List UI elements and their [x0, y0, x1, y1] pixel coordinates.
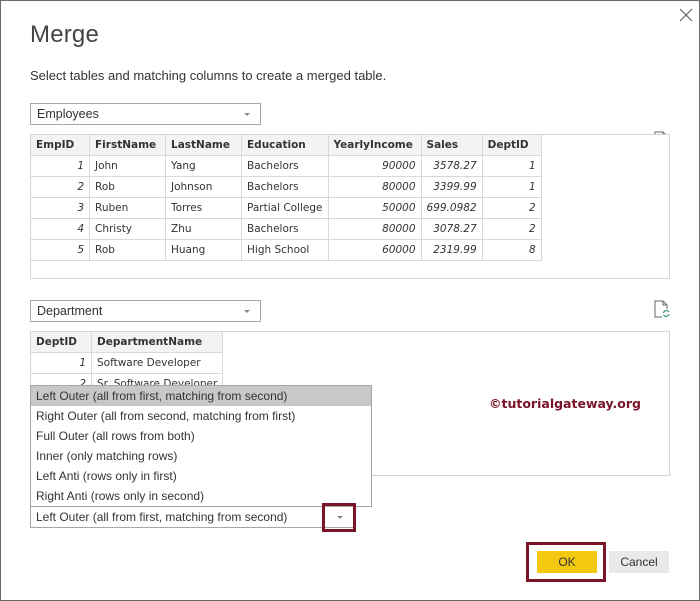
column-header[interactable]: EmpID [31, 135, 90, 156]
column-header[interactable]: DeptID [481, 135, 542, 156]
cell: 3399.99 [420, 176, 483, 198]
table-row: 1 Software Developer [31, 352, 224, 374]
close-icon[interactable] [677, 6, 695, 24]
second-table-select[interactable]: Department [30, 300, 261, 322]
merge-dialog: Merge Select tables and matching columns… [0, 0, 700, 601]
column-header[interactable]: YearlyIncome [327, 135, 422, 156]
chevron-down-icon [244, 310, 250, 313]
cell: Yang [165, 155, 242, 177]
header-row: DeptID DepartmentName [31, 332, 224, 353]
cell: Software Developer [90, 352, 224, 374]
cell: 1 [31, 155, 90, 177]
cell: Torres [165, 197, 242, 219]
cell: 5 [31, 239, 90, 261]
header-row: EmpID FirstName LastName Education Yearl… [31, 135, 542, 156]
cell: Rob [89, 176, 166, 198]
first-table-grid: EmpID FirstName LastName Education Yearl… [31, 135, 542, 261]
cell: 50000 [327, 197, 422, 219]
join-kind-option-inner[interactable]: Inner (only matching rows) [31, 446, 371, 466]
table-row: 3 Ruben Torres Partial College 50000 699… [31, 197, 542, 219]
column-header[interactable]: Education [241, 135, 329, 156]
cell: John [89, 155, 166, 177]
cell: Johnson [165, 176, 242, 198]
chevron-down-icon [244, 113, 250, 116]
cell: Huang [165, 239, 242, 261]
cell: 2 [481, 197, 542, 219]
cell: Bachelors [241, 218, 329, 240]
dialog-subtitle: Select tables and matching columns to cr… [30, 68, 387, 83]
first-table-select[interactable]: Employees [30, 103, 261, 125]
cell: 8 [481, 239, 542, 261]
cell: 2319.99 [420, 239, 483, 261]
cell: 1 [481, 176, 542, 198]
ok-button[interactable]: OK [537, 551, 597, 573]
column-header[interactable]: Sales [420, 135, 483, 156]
join-kind-dropdown-toggle[interactable] [322, 503, 356, 532]
join-kind-option-right-outer[interactable]: Right Outer (all from second, matching f… [31, 406, 371, 426]
table-row: 5 Rob Huang High School 60000 2319.99 8 [31, 239, 542, 261]
join-kind-option-left-outer[interactable]: Left Outer (all from first, matching fro… [31, 386, 371, 406]
cell: 2 [481, 218, 542, 240]
cell: Christy [89, 218, 166, 240]
join-kind-option-left-anti[interactable]: Left Anti (rows only in first) [31, 466, 371, 486]
join-kind-options: Left Outer (all from first, matching fro… [30, 385, 372, 507]
join-kind-option-full-outer[interactable]: Full Outer (all rows from both) [31, 426, 371, 446]
table-row: 2 Rob Johnson Bachelors 80000 3399.99 1 [31, 176, 542, 198]
cell: 1 [31, 352, 92, 374]
cell: 3 [31, 197, 90, 219]
join-kind-select[interactable]: Left Outer (all from first, matching fro… [30, 506, 355, 528]
cell: Partial College [241, 197, 329, 219]
cell: Ruben [89, 197, 166, 219]
table-row: 1 John Yang Bachelors 90000 3578.27 1 [31, 155, 542, 177]
second-table-select-value: Department [37, 304, 103, 318]
table-row: 4 Christy Zhu Bachelors 80000 3078.27 2 [31, 218, 542, 240]
cell: 80000 [327, 218, 422, 240]
cell: 699.0982 [420, 197, 483, 219]
cell: 3078.27 [420, 218, 483, 240]
first-table-preview: EmpID FirstName LastName Education Yearl… [30, 134, 670, 279]
join-kind-option-right-anti[interactable]: Right Anti (rows only in second) [31, 486, 371, 506]
column-header[interactable]: LastName [165, 135, 242, 156]
first-table-select-value: Employees [37, 107, 99, 121]
cell: 60000 [327, 239, 422, 261]
cancel-button[interactable]: Cancel [609, 551, 669, 573]
cell: Rob [89, 239, 166, 261]
cell: 80000 [327, 176, 422, 198]
cell: 1 [481, 155, 542, 177]
column-header[interactable]: DeptID [31, 332, 92, 353]
join-kind-select-value: Left Outer (all from first, matching fro… [36, 510, 288, 524]
column-header[interactable]: FirstName [89, 135, 166, 156]
watermark: ©tutorialgateway.org [489, 396, 641, 411]
chevron-down-icon [337, 516, 343, 519]
column-header[interactable]: DepartmentName [90, 332, 224, 353]
cell: 90000 [327, 155, 422, 177]
cell: High School [241, 239, 329, 261]
cell: Zhu [165, 218, 242, 240]
refresh-preview-icon[interactable] [654, 300, 670, 318]
dialog-title: Merge [30, 21, 100, 48]
cell: Bachelors [241, 176, 329, 198]
cell: 4 [31, 218, 90, 240]
cell: 2 [31, 176, 90, 198]
cell: Bachelors [241, 155, 329, 177]
cell: 3578.27 [420, 155, 483, 177]
